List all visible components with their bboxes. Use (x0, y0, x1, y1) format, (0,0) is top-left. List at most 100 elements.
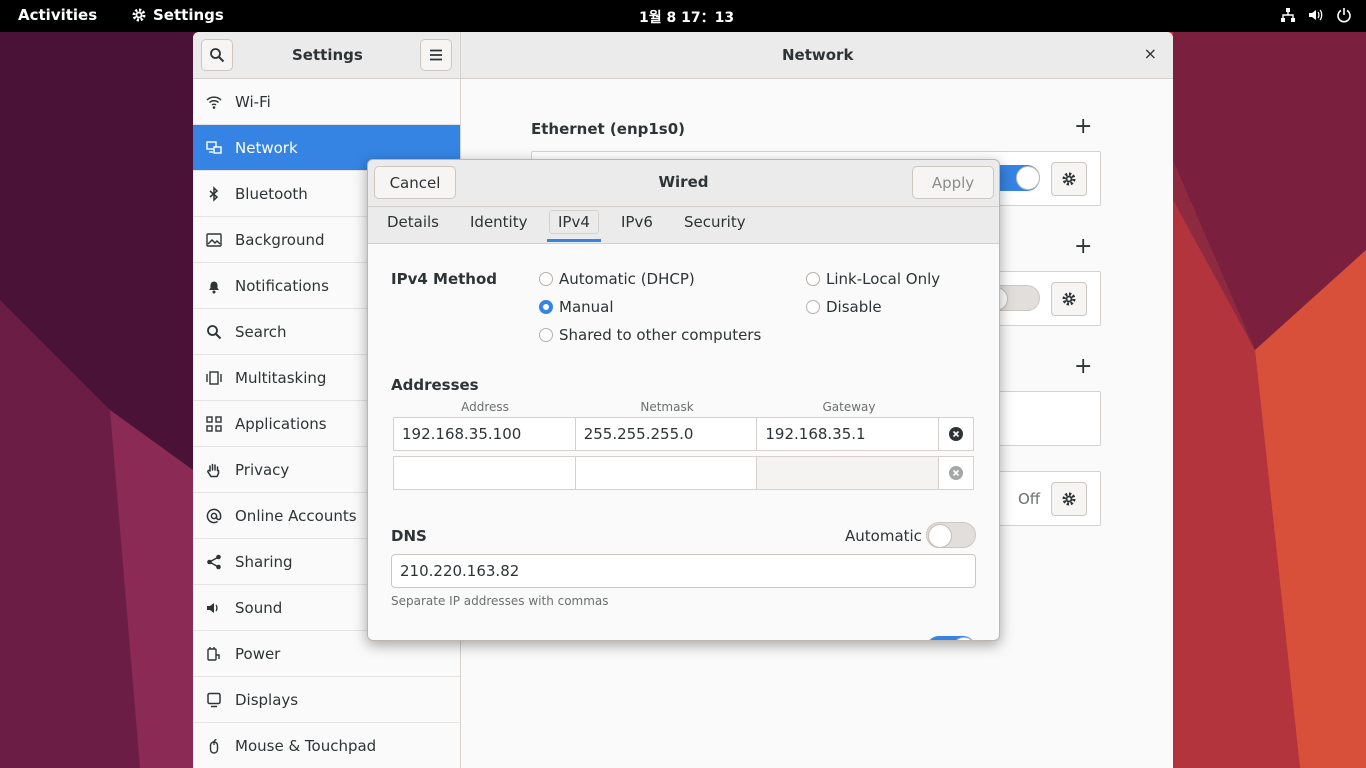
wifi-icon (206, 94, 222, 110)
activities-button[interactable]: Activities (18, 6, 97, 24)
volume-icon (1309, 9, 1323, 21)
sidebar-item-label: Displays (235, 690, 299, 709)
hamburger-icon (430, 49, 442, 61)
network-wired-icon (1281, 8, 1295, 22)
routes-automatic-toggle[interactable] (926, 636, 976, 640)
address-row: 192.168.35.100 255.255.255.0 192.168.35.… (393, 417, 974, 451)
address-input[interactable] (394, 457, 576, 489)
remove-icon (949, 427, 964, 441)
speaker-icon (206, 600, 222, 616)
radio-label: Shared to other computers (559, 326, 762, 344)
proxy-settings-button[interactable] (1051, 482, 1087, 516)
gear-icon (132, 8, 146, 22)
app-menu-label: Settings (153, 6, 224, 24)
add-vpn-button[interactable]: + (1074, 236, 1092, 258)
toggle-knob (1016, 166, 1040, 190)
radio-indicator (806, 300, 820, 314)
radio-label: Link-Local Only (826, 270, 941, 288)
netmask-column-header: Netmask (640, 400, 694, 414)
tab-security[interactable]: Security (684, 213, 746, 231)
wired-dialog: Cancel Wired Apply Details Identity IPv4… (367, 159, 1000, 641)
radio-link-local-only[interactable]: Link-Local Only (806, 270, 940, 288)
power-plug-icon (206, 646, 222, 662)
radio-indicator-selected (539, 300, 553, 314)
proxy-status: Off (1018, 490, 1041, 508)
sidebar-item-label: Search (235, 322, 287, 341)
add-connection-button[interactable]: + (1074, 356, 1092, 378)
sidebar-item-displays[interactable]: Displays (193, 677, 460, 723)
sidebar-item-label: Wi-Fi (235, 92, 271, 111)
gear-icon (1062, 292, 1076, 306)
address-input[interactable]: 192.168.35.100 (394, 418, 576, 450)
network-icon (206, 140, 222, 156)
sidebar-item-label: Power (235, 644, 281, 663)
toggle-knob (928, 524, 952, 548)
share-icon (206, 554, 222, 570)
gateway-input[interactable] (757, 457, 940, 489)
sidebar-item-label: Sound (235, 598, 283, 617)
display-icon (206, 692, 222, 708)
address-row (393, 456, 974, 490)
tab-identity[interactable]: Identity (470, 213, 528, 231)
apply-button[interactable]: Apply (912, 166, 994, 199)
sidebar-item-mouse-touchpad[interactable]: Mouse & Touchpad (193, 723, 460, 768)
dns-hint: Separate IP addresses with commas (391, 594, 609, 608)
remove-address-button[interactable] (939, 457, 973, 489)
panel-title: Network (782, 46, 854, 64)
radio-indicator (806, 272, 820, 286)
radio-label: Disable (826, 298, 882, 316)
panel-headerbar: Network × (461, 32, 1173, 79)
mouse-icon (206, 738, 222, 754)
clock[interactable]: 1월 8 17：13 (639, 7, 734, 27)
search-icon (210, 48, 225, 63)
gear-icon (1062, 172, 1076, 186)
radio-manual[interactable]: Manual (539, 298, 614, 316)
system-tray[interactable] (1280, 7, 1352, 23)
remove-address-button[interactable] (939, 418, 973, 450)
radio-disable[interactable]: Disable (806, 298, 882, 316)
gear-icon (1062, 492, 1076, 506)
ethernet-section-title: Ethernet (enp1s0) (531, 120, 686, 138)
ethernet-settings-button[interactable] (1051, 162, 1087, 196)
radio-automatic-dhcp[interactable]: Automatic (DHCP) (539, 270, 695, 288)
dns-automatic-toggle[interactable] (926, 522, 976, 548)
sidebar-item-label: Applications (235, 414, 327, 433)
add-ethernet-button[interactable]: + (1074, 116, 1092, 138)
radio-indicator (539, 328, 553, 342)
sidebar-item-label: Online Accounts (235, 506, 357, 525)
tab-ipv4[interactable]: IPv4 (549, 210, 599, 234)
active-tab-indicator (547, 239, 601, 242)
radio-label: Manual (559, 298, 614, 316)
top-bar: Activities Settings 1월 8 17：13 (0, 0, 1366, 32)
sidebar-item-wifi[interactable]: Wi-Fi (193, 79, 460, 125)
sidebar-item-label: Multitasking (235, 368, 327, 387)
radio-shared[interactable]: Shared to other computers (539, 326, 761, 344)
tab-details[interactable]: Details (387, 213, 439, 231)
sidebar-title: Settings (292, 46, 363, 64)
gateway-input[interactable]: 192.168.35.1 (757, 418, 940, 450)
radio-indicator (539, 272, 553, 286)
netmask-input[interactable]: 255.255.255.0 (576, 418, 758, 450)
toggle-knob (952, 637, 976, 640)
at-icon (206, 508, 222, 524)
remove-icon (949, 466, 964, 480)
vpn-settings-button[interactable] (1051, 282, 1087, 316)
dialog-title: Wired (658, 173, 709, 191)
hand-icon (206, 462, 222, 478)
app-menu[interactable]: Settings (131, 6, 224, 24)
tab-ipv6[interactable]: IPv6 (621, 213, 653, 231)
address-column-header: Address (461, 400, 509, 414)
dns-input[interactable]: 210.220.163.82 (391, 554, 976, 588)
main-menu-button[interactable] (420, 39, 452, 71)
sidebar-item-label: Sharing (235, 552, 293, 571)
addresses-label: Addresses (391, 376, 479, 394)
bluetooth-icon (206, 185, 222, 202)
sidebar-item-label: Notifications (235, 276, 329, 295)
sidebar-item-label: Background (235, 230, 325, 249)
gateway-column-header: Gateway (822, 400, 876, 414)
netmask-input[interactable] (576, 457, 758, 489)
close-window-button[interactable]: × (1144, 44, 1157, 63)
multitasking-icon (206, 370, 222, 386)
search-button[interactable] (201, 39, 233, 71)
apps-grid-icon (206, 415, 222, 432)
